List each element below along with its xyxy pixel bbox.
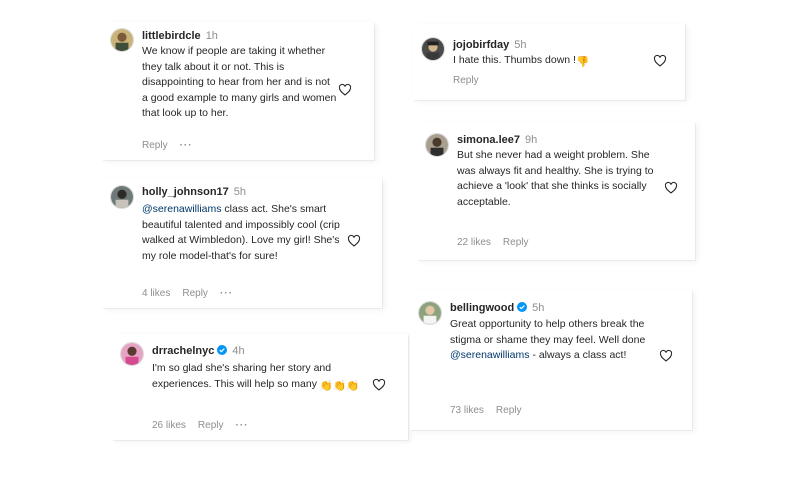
avatar[interactable] — [425, 133, 449, 157]
mention-link[interactable]: @serenawilliams — [142, 203, 222, 215]
reply-button[interactable]: Reply — [503, 237, 529, 248]
comment-text: Great opportunity to help others break t… — [450, 317, 648, 364]
username[interactable]: simona.lee7 — [457, 134, 520, 146]
comment-header: jojobirfday 5h — [453, 39, 526, 51]
comment-card-littlebirdcle: littlebirdcle 1h We know if people are ta… — [102, 22, 374, 160]
comment-actions: 22 likes Reply — [457, 237, 540, 248]
comment-actions: Reply — [453, 75, 491, 86]
comment-text: We know if people are taking it whether … — [142, 45, 337, 119]
clapping-emoji: 👏👏👏 — [319, 379, 360, 392]
likes-count[interactable]: 26 likes — [152, 420, 186, 431]
comment-actions: 4 likes Reply ··· — [142, 288, 245, 299]
comment-text: I hate this. Thumbs down !👎 — [453, 53, 653, 71]
comment-text-after: - always a class act! — [529, 349, 627, 361]
heart-outline-icon[interactable] — [338, 83, 352, 97]
heart-outline-icon[interactable] — [659, 349, 673, 363]
comment-header: drrachelnyc 4h — [152, 345, 245, 357]
comment-card-holly_johnson17: holly_johnson17 5h @serenawilliams class … — [102, 178, 382, 308]
more-options-button[interactable]: ··· — [235, 420, 248, 431]
comment-text: I'm so glad she's sharing her story and … — [152, 361, 362, 394]
comment-text-content: I hate this. Thumbs down ! — [453, 54, 576, 66]
reply-button[interactable]: Reply — [142, 140, 168, 151]
username[interactable]: bellingwood — [450, 302, 514, 314]
comment-header: holly_johnson17 5h — [142, 186, 246, 198]
comment-text: @serenawilliams class act. She's smart b… — [142, 202, 352, 264]
heart-outline-icon[interactable] — [653, 54, 667, 68]
timestamp: 1h — [205, 30, 218, 42]
comment-card-simona-lee7: simona.lee7 9h But she never had a weight… — [417, 122, 695, 260]
heart-outline-icon[interactable] — [372, 378, 386, 392]
thumbs-down-emoji: 👎 — [575, 56, 590, 68]
comment-actions: 73 likes Reply — [450, 405, 533, 416]
verified-badge-icon — [217, 345, 228, 355]
username[interactable]: holly_johnson17 — [142, 186, 229, 198]
avatar[interactable] — [120, 342, 144, 366]
comment-header: simona.lee7 9h — [457, 134, 537, 146]
timestamp: 9h — [524, 134, 538, 146]
timestamp: 5h — [233, 186, 247, 198]
avatar[interactable] — [421, 37, 445, 61]
mention-link[interactable]: @serenawilliams — [450, 349, 530, 361]
avatar[interactable] — [110, 28, 134, 52]
likes-count[interactable]: 22 likes — [457, 237, 491, 248]
comment-header: bellingwood 5h — [450, 302, 544, 314]
comment-card-bellingwood: bellingwood 5h Great opportunity to help … — [410, 290, 692, 430]
comment-header: littlebirdcle 1h — [142, 30, 218, 42]
comment-actions: 26 likes Reply ··· — [152, 420, 260, 431]
comment-actions: Reply ··· — [142, 140, 205, 151]
timestamp: 5h — [532, 302, 545, 314]
likes-count[interactable]: 73 likes — [450, 405, 484, 416]
username[interactable]: jojobirfday — [453, 39, 509, 51]
avatar[interactable] — [110, 185, 134, 209]
verified-badge-icon — [517, 302, 528, 312]
reply-button[interactable]: Reply — [496, 405, 522, 416]
username[interactable]: drrachelnyc — [152, 345, 214, 357]
reply-button[interactable]: Reply — [453, 75, 479, 86]
comment-text-before: Great opportunity to help others break t… — [450, 318, 646, 346]
timestamp: 4h — [232, 345, 245, 357]
more-options-button[interactable]: ··· — [180, 140, 193, 151]
heart-outline-icon[interactable] — [664, 181, 678, 195]
timestamp: 5h — [514, 39, 527, 51]
comment-card-jojobirfday: jojobirfday 5h I hate this. Thumbs down !… — [413, 24, 685, 100]
reply-button[interactable]: Reply — [182, 288, 208, 299]
avatar[interactable] — [418, 301, 442, 325]
comment-text-content: I'm so glad she's sharing her story and … — [152, 362, 332, 390]
more-options-button[interactable]: ··· — [220, 288, 233, 299]
username[interactable]: littlebirdcle — [142, 30, 201, 42]
likes-count[interactable]: 4 likes — [142, 288, 170, 299]
comment-text: But she never had a weight problem. She … — [457, 149, 654, 208]
comment-card-drrachelnyc: drrachelnyc 4h I'm so glad she's sharing … — [112, 334, 408, 440]
reply-button[interactable]: Reply — [198, 420, 224, 431]
heart-outline-icon[interactable] — [347, 234, 361, 248]
